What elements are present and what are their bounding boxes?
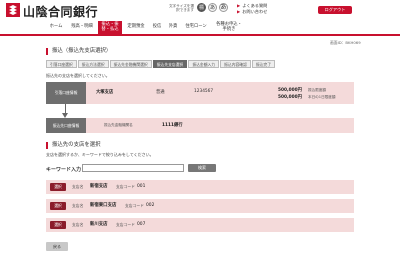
back-button[interactable]: 戻る <box>46 242 68 251</box>
from-account-type: 普通 <box>156 90 165 95</box>
font-size-label: 文字サイズを選択できます <box>168 4 194 13</box>
branch-guide-text: 支店を選択するか、キーワードで絞り込みをしてください。 <box>46 152 154 157</box>
bank-name[interactable]: 山陰合同銀行 <box>23 3 98 20</box>
branch-code-label: 支店コード <box>116 222 135 227</box>
font-size-standard-button[interactable]: 標 <box>197 3 206 12</box>
branch-name: 新川支店 <box>90 222 108 227</box>
search-button[interactable]: 検索 <box>188 164 216 172</box>
select-branch-button[interactable]: 選択 <box>50 221 66 229</box>
daily-limit-label: 本日の1日限度額 <box>308 95 336 99</box>
contact-link[interactable]: ▶ お問い合わせ <box>237 9 267 15</box>
to-account-tag: 振込先口座情報 <box>46 118 86 133</box>
bullet-icon: ▶ <box>237 3 241 8</box>
branch-name: 新宿東口支店 <box>90 203 117 208</box>
step-1: 引落口座選択 <box>46 60 77 68</box>
instruction-text: 振込先の支店を選択してください。 <box>46 73 110 78</box>
branch-row: 選択 支店名 新宿東口支店 支店コード 002 <box>46 199 354 213</box>
nav-home[interactable]: ホーム <box>46 21 66 34</box>
branch-code: 007 <box>137 222 146 227</box>
page-title: 振込（振込先支店選択） <box>46 48 111 55</box>
step-6: 振込内容確認 <box>220 60 251 68</box>
nav-housing-loan[interactable]: 住宅ローン <box>182 21 210 34</box>
font-size-large-button[interactable]: あ <box>219 3 228 12</box>
keyword-label: キーワード入力 <box>46 167 82 173</box>
header: 山陰合同銀行 文字サイズを選択できます 標 あ あ ▶ よくある質問 ▶ お問い合わ… <box>0 0 400 20</box>
from-branch: 大塚支店 <box>96 90 114 95</box>
bank-logo-icon[interactable] <box>6 3 20 17</box>
to-bank-label: 振込先金融機関名 <box>104 123 133 127</box>
from-account-number: 1234567 <box>194 89 214 94</box>
transfer-limit-amount: 500,000円 <box>278 88 302 93</box>
nav-applications[interactable]: 各種お申込・手続き <box>214 21 244 34</box>
branch-name-label: 支店名 <box>72 222 84 227</box>
help-links: ▶ よくある質問 ▶ お問い合わせ <box>237 3 267 15</box>
from-account-panel: 引落口座情報 大塚支店 普通 1234567 500,000円 振込限度額 50… <box>46 82 354 104</box>
screen-id: 画面ID：BKH069 <box>330 40 361 45</box>
from-account-tag: 引落口座情報 <box>46 82 86 104</box>
font-size-medium-button[interactable]: あ <box>208 3 217 12</box>
nav-transfer[interactable]: 振込・振替・払込 <box>98 21 122 34</box>
step-7: 振込完了 <box>251 60 276 68</box>
branch-row: 選択 支店名 新宿支店 支店コード 001 <box>46 180 354 194</box>
branch-code-label: 支店コード <box>125 203 144 208</box>
to-account-panel: 振込先口座情報 振込先金融機関名 1111銀行 <box>46 118 354 133</box>
keyword-input[interactable] <box>82 164 184 172</box>
step-2: 振込方法選択 <box>77 60 109 68</box>
nav-investment[interactable]: 投信 <box>150 21 164 34</box>
select-branch-button[interactable]: 選択 <box>50 183 66 191</box>
daily-limit-amount: 500,000円 <box>278 95 302 100</box>
branch-name: 新宿支店 <box>90 184 108 189</box>
nav-time-deposit[interactable]: 定期預金 <box>124 21 148 34</box>
branch-name-label: 支店名 <box>72 184 84 189</box>
transfer-limit-label: 振込限度額 <box>308 88 326 92</box>
branch-row: 選択 支店名 新川支店 支店コード 007 <box>46 218 354 232</box>
select-branch-button[interactable]: 選択 <box>50 202 66 210</box>
branch-code-label: 支店コード <box>116 184 135 189</box>
nav-foreign-currency[interactable]: 外貨 <box>166 21 180 34</box>
to-bank-name: 1111銀行 <box>162 123 183 128</box>
step-5: 振込金額入力 <box>188 60 220 68</box>
nav-balance[interactable]: 残高・明細 <box>68 21 96 34</box>
branch-code: 002 <box>146 203 155 208</box>
branch-name-label: 支店名 <box>72 203 84 208</box>
step-4-current: 振込先支店選択 <box>152 60 188 68</box>
global-nav: ホーム 残高・明細 振込・振替・払込 定期預金 投信 外貨 住宅ローン 各種お申… <box>0 20 400 36</box>
branch-section-title: 振込先の支店を選択 <box>46 142 101 149</box>
logout-button[interactable]: ログアウト <box>318 6 352 14</box>
branch-code: 001 <box>137 184 146 189</box>
step-3: 振込先金融機関選択 <box>109 60 152 68</box>
step-indicator: 引落口座選択 振込方法選択 振込先金融機関選択 振込先支店選択 振込金額入力 振… <box>46 60 276 68</box>
bullet-icon: ▶ <box>237 9 241 14</box>
